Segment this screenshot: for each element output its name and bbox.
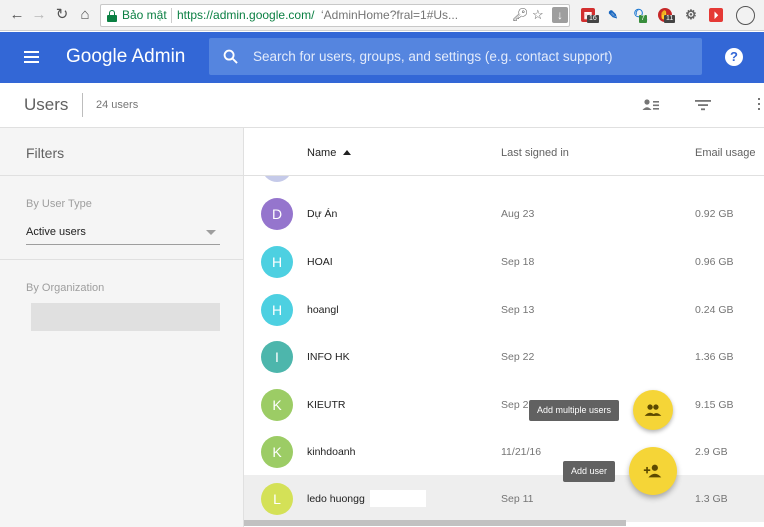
- more-options-icon[interactable]: [758, 98, 761, 112]
- user-name[interactable]: KIEUTR: [307, 398, 346, 412]
- extension-badge: 7: [639, 15, 647, 23]
- filters-panel: Filters By User Type Active users By Org…: [0, 128, 244, 527]
- address-bar[interactable]: Bảo mật https://admin.google.com/ ‘Admin…: [100, 4, 570, 27]
- user-name[interactable]: Dự Án: [307, 207, 337, 221]
- user-type-select[interactable]: Active users: [26, 225, 220, 245]
- extension-badge: 11: [664, 15, 676, 23]
- column-header-email-usage[interactable]: Email usage: [695, 146, 756, 160]
- last-signed-in: 11/21/16: [501, 446, 542, 458]
- column-header-last-signed-in[interactable]: Last signed in: [501, 146, 569, 160]
- email-usage: 1.36 GB: [695, 351, 734, 363]
- user-name[interactable]: kinhdoanh: [307, 445, 355, 459]
- table-row[interactable]: I INFO HK Sep 22 1.36 GB: [244, 333, 764, 380]
- last-signed-in: Sep 2: [501, 399, 529, 411]
- back-icon[interactable]: ←: [9, 7, 25, 23]
- extension-badge: 16: [587, 15, 599, 23]
- column-header-name[interactable]: Name: [307, 146, 352, 160]
- avatar: K: [261, 436, 293, 468]
- url-host: https://admin.google.com/: [177, 8, 315, 22]
- search-input[interactable]: Search for users, groups, and settings (…: [209, 38, 702, 75]
- table-row[interactable]: H HOAI Sep 18 0.96 GB: [244, 238, 764, 285]
- lock-icon: [107, 10, 117, 22]
- table-row[interactable]: D Dự Án Aug 23 0.92 GB: [244, 190, 764, 237]
- star-icon[interactable]: ☆: [532, 7, 544, 23]
- profile-icon[interactable]: [736, 6, 755, 25]
- email-usage: 0.92 GB: [695, 208, 734, 220]
- forward-icon[interactable]: →: [31, 7, 47, 23]
- title-divider: [82, 93, 83, 117]
- filters-divider: [0, 259, 244, 260]
- column-name-label: Name: [307, 147, 337, 159]
- reload-icon[interactable]: ↻: [54, 7, 70, 23]
- browser-toolbar: ← → ↻ ⌂ Bảo mật https://admin.google.com…: [0, 0, 764, 31]
- avatar: K: [261, 389, 293, 421]
- page-header: Users 24 users: [0, 83, 764, 128]
- last-signed-in: Sep 13: [501, 304, 535, 316]
- table-row[interactable]: K kinhdoanh 11/21/16 2.9 GB: [244, 428, 764, 475]
- avatar: D: [261, 198, 293, 230]
- avatar: [262, 176, 292, 182]
- filter-icon[interactable]: [694, 96, 712, 114]
- redaction-block: [370, 490, 426, 507]
- users-table-header: Name Last signed in Email usage: [244, 128, 764, 176]
- add-person-icon: [643, 464, 662, 478]
- email-usage: 0.24 GB: [695, 304, 734, 316]
- user-name[interactable]: HOAI: [307, 255, 333, 269]
- last-signed-in: Sep 11: [501, 493, 534, 505]
- email-usage: 0.96 GB: [695, 256, 734, 268]
- app-title[interactable]: Google Admin: [66, 45, 185, 69]
- search-icon: [223, 49, 238, 64]
- page-title: Users: [24, 95, 69, 114]
- user-name[interactable]: hoangl: [307, 303, 339, 317]
- user-type-value: Active users: [26, 226, 86, 238]
- url-path: ‘AdminHome?fral=1#Us...: [321, 8, 459, 22]
- pin-extension-icon[interactable]: ✎: [606, 8, 620, 22]
- table-row[interactable]: K KIEUTR Sep 2 9.15 GB: [244, 381, 764, 428]
- filters-divider: [0, 175, 244, 176]
- email-usage: 2.9 GB: [695, 446, 728, 458]
- last-signed-in: Sep 22: [501, 351, 535, 363]
- magnifier-extension-icon[interactable]: 🔍︎7: [633, 8, 648, 23]
- user-name[interactable]: ledo huongg: [307, 492, 365, 506]
- organization-field[interactable]: [31, 303, 220, 331]
- avatar: I: [261, 341, 293, 373]
- email-usage: 9.15 GB: [695, 399, 734, 411]
- address-divider: [171, 8, 172, 23]
- home-icon[interactable]: ⌂: [77, 7, 93, 23]
- search-placeholder: Search for users, groups, and settings (…: [253, 49, 613, 64]
- secure-label: Bảo mật: [122, 8, 167, 22]
- last-signed-in: Sep 18: [501, 256, 535, 268]
- key-icon[interactable]: 🔑︎: [512, 7, 529, 23]
- calendar-extension-icon[interactable]: ▦16: [581, 8, 599, 23]
- sort-ascending-icon: [343, 150, 352, 155]
- user-name[interactable]: INFO HK: [307, 350, 350, 364]
- email-usage: 1.3 GB: [695, 493, 728, 505]
- group-icon: [644, 404, 662, 416]
- adblock-extension-icon[interactable]: ✋11: [658, 8, 676, 23]
- add-user-button[interactable]: [629, 447, 677, 495]
- users-table: D Dự Án Aug 23 0.92 GB H HOAI Sep 18 0.9…: [244, 176, 764, 527]
- organization-label: By Organization: [26, 282, 105, 294]
- filters-title: Filters: [26, 145, 65, 161]
- last-signed-in: Aug 23: [501, 208, 535, 220]
- help-icon[interactable]: ?: [725, 48, 743, 66]
- table-row[interactable]: H hoangl Sep 13 0.24 GB: [244, 286, 764, 333]
- add-multiple-users-tooltip: Add multiple users: [529, 400, 620, 421]
- avatar: L: [261, 483, 293, 515]
- horizontal-scrollbar[interactable]: [244, 520, 626, 526]
- user-type-label: By User Type: [26, 198, 92, 210]
- chevron-down-icon: [206, 230, 216, 235]
- avatar: H: [261, 294, 293, 326]
- media-extension-icon[interactable]: ⏵: [709, 8, 723, 22]
- add-user-tooltip: Add user: [563, 461, 616, 482]
- user-list-icon[interactable]: [642, 96, 660, 114]
- app-header: Google Admin Search for users, groups, a…: [0, 32, 764, 83]
- download-icon[interactable]: ↓: [552, 7, 568, 23]
- table-row[interactable]: L ledo huongg Sep 11 1.3 GB: [244, 475, 764, 522]
- user-count: 24 users: [96, 99, 139, 111]
- add-multiple-users-button[interactable]: [633, 390, 673, 430]
- menu-icon[interactable]: [24, 51, 39, 63]
- avatar: H: [261, 246, 293, 278]
- gear-extension-icon[interactable]: ⚙: [684, 8, 698, 22]
